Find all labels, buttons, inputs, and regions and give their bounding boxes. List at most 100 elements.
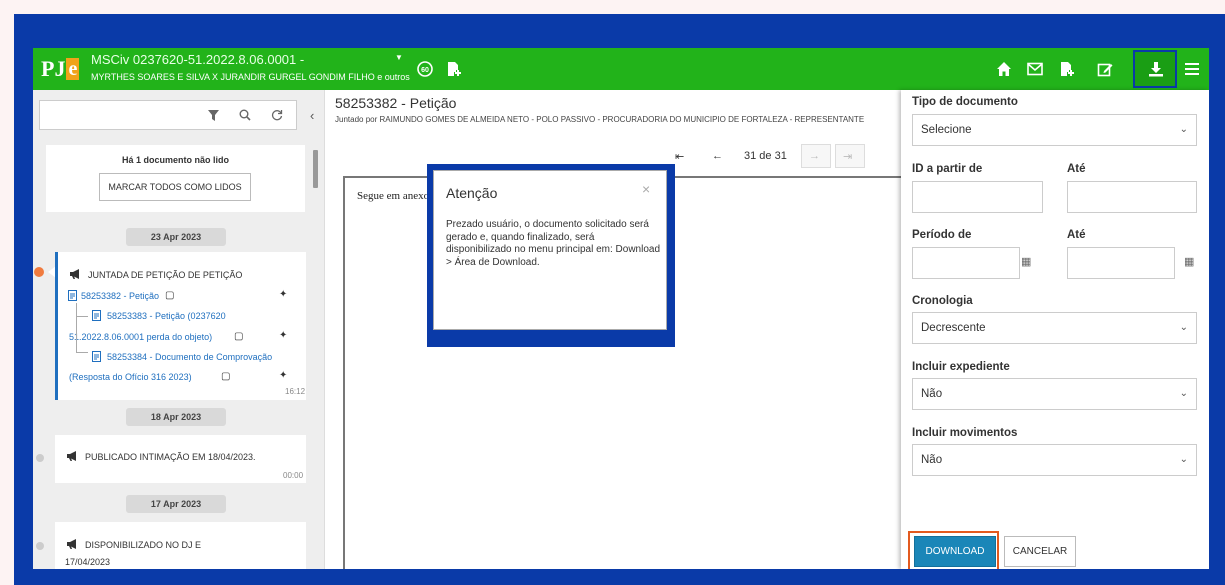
calendar-icon[interactable]: ▦ bbox=[1021, 255, 1031, 268]
tipo-documento-value: Selecione bbox=[921, 124, 972, 136]
timeline-panel: ‹ Há 1 documento não lido MARCAR TODOS C… bbox=[33, 90, 325, 569]
movimentos-select[interactable]: Não ⌄ bbox=[912, 444, 1197, 476]
expediente-select[interactable]: Não ⌄ bbox=[912, 378, 1197, 410]
top-bar: PJ e MSCiv 0237620-51.2022.8.06.0001 - ▼ … bbox=[33, 48, 1209, 90]
periodo-from-label: Período de bbox=[912, 229, 972, 241]
first-page-icon[interactable]: ⇤ bbox=[675, 150, 684, 163]
expediente-label: Incluir expediente bbox=[912, 361, 1010, 373]
tipo-documento-select[interactable]: Selecione ⌄ bbox=[912, 114, 1197, 146]
process-parties: MYRTHES SOARES E SILVA X JURANDIR GURGEL… bbox=[91, 72, 410, 82]
search-icon[interactable] bbox=[239, 109, 251, 121]
timeline-dot bbox=[36, 454, 44, 462]
cronologia-value: Decrescente bbox=[921, 322, 986, 334]
modal-message: Prezado usuário, o documento solicitado … bbox=[446, 219, 661, 268]
mail-icon[interactable] bbox=[1027, 62, 1043, 76]
timeline-dot bbox=[36, 542, 44, 550]
movimentos-value: Não bbox=[921, 454, 943, 466]
download-button[interactable]: DOWNLOAD bbox=[914, 536, 996, 567]
page-indicator: 31 de 31 bbox=[744, 150, 787, 162]
pdf-icon bbox=[68, 290, 77, 301]
date-chip-23-apr: 23 Apr 2023 bbox=[126, 228, 226, 246]
timeline-card-juntada[interactable]: JUNTADA DE PETIÇÃO DE PETIÇÃO 58253382 -… bbox=[55, 252, 306, 400]
modal-title: Atenção bbox=[446, 185, 498, 201]
tipo-documento-label: Tipo de documento bbox=[912, 96, 1018, 108]
date-chip-18-apr: 18 Apr 2023 bbox=[126, 408, 226, 426]
download-panel: Tipo de documento Selecione ⌄ ID a parti… bbox=[901, 90, 1209, 569]
doc-link-58253383-line2[interactable]: 51.2022.8.06.0001 perda do objeto) bbox=[69, 332, 212, 342]
doc-link-58253384[interactable]: 58253384 - Documento de Comprovação bbox=[107, 352, 272, 362]
caret-down-icon[interactable]: ▼ bbox=[395, 53, 403, 62]
movimentos-label: Incluir movimentos bbox=[912, 427, 1018, 439]
expediente-value: Não bbox=[921, 388, 943, 400]
refresh-icon[interactable] bbox=[271, 109, 283, 121]
timeline-search-input[interactable] bbox=[39, 100, 297, 130]
tree-connector bbox=[76, 303, 88, 317]
megaphone-icon bbox=[67, 451, 76, 461]
pdf-icon bbox=[92, 310, 101, 321]
doc-link-58253384-line2[interactable]: (Resposta do Ofício 316 2023) bbox=[69, 372, 192, 382]
app-window: PJ e MSCiv 0237620-51.2022.8.06.0001 - ▼ … bbox=[33, 48, 1209, 569]
chevron-down-icon: ⌄ bbox=[1179, 124, 1188, 135]
cancel-button[interactable]: CANCELAR bbox=[1004, 536, 1076, 567]
event-title-line2: 17/04/2023 bbox=[65, 557, 111, 567]
process-number[interactable]: MSCiv 0237620-51.2022.8.06.0001 - bbox=[91, 52, 356, 68]
cronologia-select[interactable]: Decrescente ⌄ bbox=[912, 312, 1197, 344]
modal-highlight: Atenção × Prezado usuário, o documento s… bbox=[427, 164, 675, 347]
cronologia-label: Cronologia bbox=[912, 295, 973, 307]
pdf-icon bbox=[92, 351, 101, 362]
unread-count-text: Há 1 documento não lido bbox=[121, 155, 229, 165]
megaphone-icon bbox=[70, 269, 79, 279]
edit-icon[interactable] bbox=[1097, 61, 1113, 77]
chevron-down-icon: ⌄ bbox=[1179, 454, 1188, 465]
home-icon[interactable] bbox=[996, 61, 1012, 77]
document-add-icon[interactable] bbox=[447, 61, 462, 77]
periodo-from-input[interactable] bbox=[912, 247, 1020, 279]
clipboard-icon[interactable]: ▢ bbox=[221, 371, 230, 382]
sixty-days-icon[interactable]: 60 bbox=[417, 61, 433, 77]
svg-text:60: 60 bbox=[421, 67, 429, 74]
chevron-down-icon: ⌄ bbox=[1179, 322, 1188, 333]
pin-icon[interactable]: ✦ bbox=[279, 370, 287, 381]
doc-link-58253382[interactable]: 58253382 - Petição bbox=[81, 291, 159, 301]
last-page-icon[interactable]: ⇥ bbox=[843, 150, 852, 163]
prev-page-icon[interactable]: ← bbox=[712, 150, 723, 162]
close-icon[interactable]: × bbox=[642, 181, 650, 197]
menu-icon[interactable] bbox=[1185, 62, 1199, 76]
clipboard-icon[interactable]: ▢ bbox=[165, 290, 174, 301]
timeline-card-disponibilizado[interactable]: DISPONIBILIZADO NO DJ E 17/04/2023 bbox=[55, 522, 306, 569]
document-plus-icon[interactable] bbox=[1060, 61, 1075, 77]
timeline-card-publicado[interactable]: PUBLICADO INTIMAÇÃO EM 18/04/2023. 00:00 bbox=[55, 435, 306, 483]
next-page-icon[interactable]: → bbox=[809, 150, 820, 162]
unread-notice: Há 1 documento não lido MARCAR TODOS COM… bbox=[46, 145, 305, 212]
id-to-input[interactable] bbox=[1067, 181, 1197, 213]
event-time: 16:12 bbox=[285, 387, 306, 396]
pin-icon[interactable]: ✦ bbox=[279, 330, 287, 341]
pje-logo[interactable]: PJ e bbox=[41, 54, 80, 84]
unread-dot bbox=[34, 267, 44, 277]
document-body-text: Segue em anexo. bbox=[357, 190, 432, 202]
event-time: 00:00 bbox=[283, 471, 304, 480]
id-from-label: ID a partir de bbox=[912, 163, 983, 175]
doc-link-58253383[interactable]: 58253383 - Petição (0237620 bbox=[107, 311, 226, 321]
document-title: 58253382 - Petição bbox=[335, 95, 457, 111]
id-to-label: Até bbox=[1067, 163, 1086, 175]
pin-icon[interactable]: ✦ bbox=[279, 289, 287, 300]
download-menu-button[interactable] bbox=[1133, 50, 1177, 88]
date-chip-17-apr: 17 Apr 2023 bbox=[126, 495, 226, 513]
attention-modal: Atenção × Prezado usuário, o documento s… bbox=[433, 170, 667, 330]
document-subtitle: Juntado por RAIMUNDO GOMES DE ALMEIDA NE… bbox=[335, 115, 865, 124]
filter-icon[interactable] bbox=[208, 110, 219, 121]
timeline-scrollbar[interactable] bbox=[313, 150, 318, 188]
chevron-down-icon: ⌄ bbox=[1179, 388, 1188, 399]
tree-connector bbox=[76, 317, 88, 353]
clipboard-icon[interactable]: ▢ bbox=[234, 331, 243, 342]
megaphone-icon bbox=[67, 539, 76, 549]
collapse-panel-icon[interactable]: ‹ bbox=[310, 108, 314, 123]
event-title: DISPONIBILIZADO NO DJ E bbox=[85, 540, 202, 550]
event-title: PUBLICADO INTIMAÇÃO EM 18/04/2023. bbox=[85, 452, 256, 462]
periodo-to-input[interactable] bbox=[1067, 247, 1175, 279]
mark-all-read-button[interactable]: MARCAR TODOS COMO LIDOS bbox=[99, 173, 251, 201]
periodo-to-label: Até bbox=[1067, 229, 1086, 241]
calendar-icon[interactable]: ▦ bbox=[1184, 255, 1194, 268]
id-from-input[interactable] bbox=[912, 181, 1043, 213]
